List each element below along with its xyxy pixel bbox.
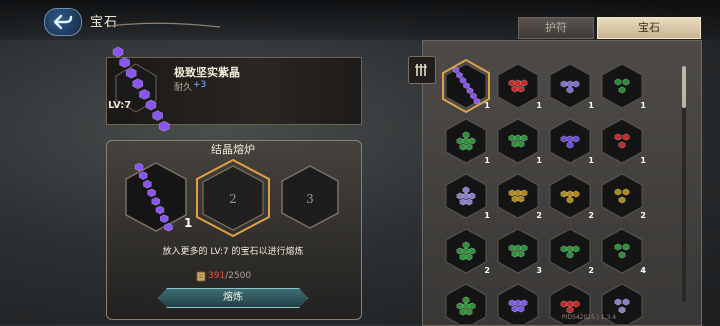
gem-grid: 1 1 1 1 1 1 1 1 1 2 2 2 2 3 2 4	[442, 58, 646, 324]
durability-label: 耐久	[174, 83, 193, 93]
scroll-icon	[196, 271, 206, 282]
gem-count: 1	[588, 101, 594, 110]
gem-count: 2	[640, 211, 646, 220]
gem-count: 1	[536, 156, 542, 165]
gem-icon	[508, 79, 528, 93]
sort-button[interactable]	[408, 56, 436, 84]
cost-need: /2500	[225, 271, 252, 281]
gem-count: 1	[640, 101, 646, 110]
gem-slot[interactable]	[445, 283, 487, 324]
gem-slot[interactable]	[497, 283, 539, 324]
slot-2-number: 2	[229, 192, 237, 206]
gem-slot[interactable]: 1	[549, 63, 594, 110]
gem-icon	[508, 189, 528, 203]
gem-count: 2	[588, 211, 594, 220]
gem-slot[interactable]: 1	[445, 173, 490, 220]
gem-count: 4	[640, 266, 646, 275]
furnace-slot-1[interactable]: 1	[125, 162, 192, 232]
gem-slot[interactable]: 2	[497, 173, 542, 220]
tab-amulet[interactable]: 护符	[518, 17, 594, 39]
gem-slot[interactable]: 1	[549, 118, 594, 165]
item-level: LV:7	[108, 100, 132, 111]
furnace-slot-2[interactable]: 2	[196, 158, 270, 238]
gem-slot[interactable]: 1	[601, 118, 646, 165]
gem-count: 3	[536, 266, 542, 275]
gem-slot[interactable]: 2	[445, 228, 490, 275]
gem-slot[interactable]: 2	[601, 173, 646, 220]
gem-slot[interactable]: 1	[601, 63, 646, 110]
tab-gem[interactable]: 宝石	[597, 17, 701, 39]
gem-count: 1	[484, 101, 490, 110]
gem-slot[interactable]: 4	[601, 228, 646, 275]
slot-3-number: 3	[306, 192, 314, 206]
gem-count: 1	[588, 156, 594, 165]
item-name: 极致坚实紫晶	[174, 66, 240, 79]
sort-icon	[415, 64, 427, 76]
gem-icon	[508, 244, 528, 258]
gem-count: 1	[536, 101, 542, 110]
selected-gem-icon	[112, 46, 170, 132]
gem-slot[interactable]: 1	[442, 58, 490, 114]
gem-slot[interactable]: 3	[497, 228, 542, 275]
gem-count: 2	[536, 211, 542, 220]
furnace-hint: 放入更多的 LV:7 的宝石以进行熔炼	[162, 247, 304, 257]
furnace-slot-3[interactable]: 3	[281, 165, 339, 229]
gem-icon	[508, 299, 528, 313]
slot-1-count: 1	[184, 216, 192, 230]
smelt-button[interactable]: 熔炼	[158, 288, 308, 308]
gem-slot[interactable]: 1	[497, 63, 542, 110]
gem-count: 2	[484, 266, 490, 275]
gem-icon	[508, 134, 528, 148]
gem-count: 1	[640, 156, 646, 165]
material-cost: 391/2500	[208, 271, 251, 281]
back-arrow-icon	[53, 14, 73, 30]
gem-slot[interactable]: 1	[497, 118, 542, 165]
gem-count: 2	[588, 266, 594, 275]
back-button[interactable]	[44, 8, 82, 36]
gem-slot[interactable]: 2	[549, 173, 594, 220]
gem-slot[interactable]: 2	[549, 228, 594, 275]
gem-count: 1	[484, 211, 490, 220]
scrollbar-thumb[interactable]	[682, 66, 686, 108]
cost-have: 391	[208, 271, 226, 281]
build-id: PID542025 | 1.3.4	[562, 314, 617, 321]
gem-count: 1	[484, 156, 490, 165]
durability-value: +3	[193, 80, 207, 90]
title-decoration	[110, 22, 220, 28]
furnace-slots: 1 2 3	[125, 158, 339, 238]
gem-slot[interactable]: 1	[445, 118, 490, 165]
